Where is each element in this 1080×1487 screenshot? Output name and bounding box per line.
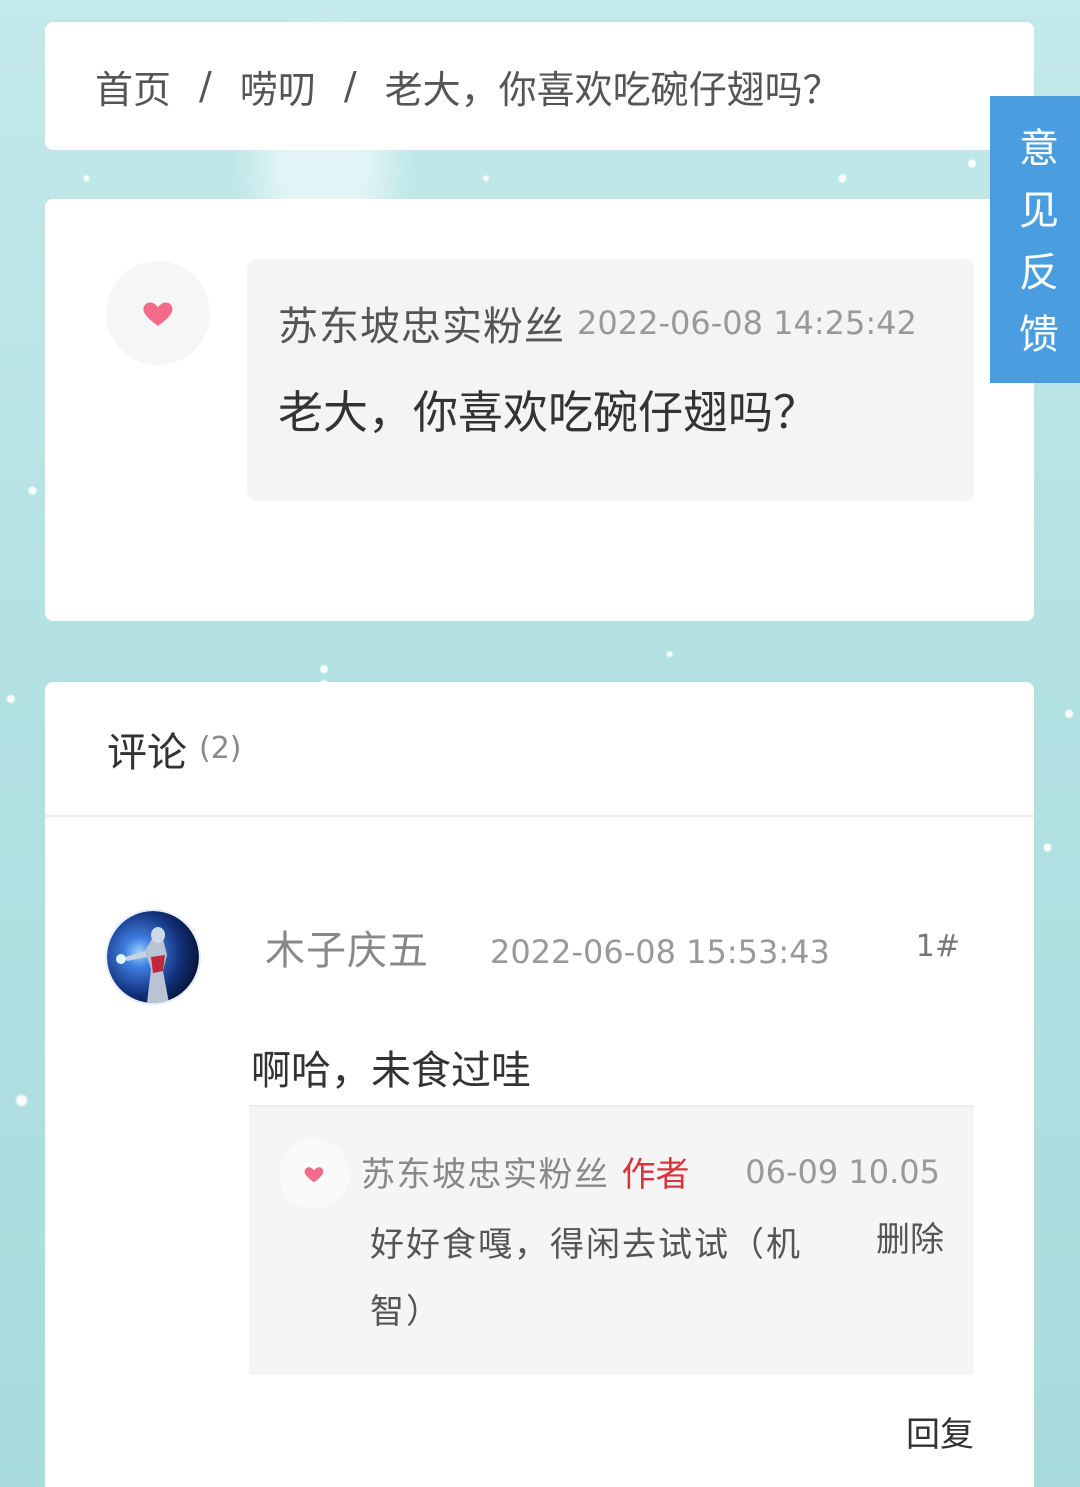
breadcrumb-separator: / [199,64,212,108]
delete-reply-button[interactable]: 删除 [876,1219,944,1261]
breadcrumb-section-link[interactable]: 唠叨 [240,59,316,114]
post-meta: 苏东坡忠实粉丝 2022-06-08 14:25:42 [278,299,917,350]
post-bubble: 苏东坡忠实粉丝 2022-06-08 14:25:42 老大，你喜欢吃碗仔翅吗？ [247,259,974,501]
comment-floor-number: 1# [915,929,960,964]
reply-author-avatar[interactable] [279,1139,349,1209]
comments-header: 评论 (2) [45,682,1034,817]
author-badge: 作者 [621,1154,690,1195]
reply-content: 好好食嘎，得闲去试试（机智） [370,1225,802,1332]
post-card: 苏东坡忠实粉丝 2022-06-08 14:25:42 老大，你喜欢吃碗仔翅吗？ [45,199,1034,621]
heart-icon [143,302,173,326]
comment-content: 啊哈，未食过哇 [251,1048,531,1094]
avatar-image [107,911,199,1003]
post-author-name[interactable]: 苏东坡忠实粉丝 [278,294,565,352]
comments-card: 评论 (2) 木子庆五 2022-06-08 15:53:43 1# 啊哈，未食… [45,682,1034,1487]
comment-author-name[interactable]: 木子庆五 [265,927,429,975]
feedback-label: 意见反馈 [1012,126,1058,375]
user-avatar[interactable] [107,911,199,1003]
breadcrumb-current: 老大，你喜欢吃碗仔翅吗？ [384,67,841,112]
post-timestamp: 2022-06-08 14:25:42 [577,304,917,342]
reply-button[interactable]: 回复 [906,1414,974,1456]
breadcrumb-home-link[interactable]: 首页 [95,59,171,114]
post-author-avatar[interactable] [106,261,210,365]
feedback-button[interactable]: 意见反馈 [990,96,1080,383]
breadcrumb-separator: / [343,64,357,108]
heart-icon [304,1167,324,1183]
reply-timestamp: 06-09 10.05 [745,1153,940,1191]
page: 首页 / 唠叨 / 老大，你喜欢吃碗仔翅吗？ 意见反馈 苏东坡忠实粉丝 2022… [0,0,1080,1487]
reply-author-name[interactable]: 苏东坡忠实粉丝 [361,1147,610,1196]
breadcrumb: 首页 / 唠叨 / 老大，你喜欢吃碗仔翅吗？ [45,22,1034,150]
comments-title: 评论 [107,729,187,776]
reply-meta: 苏东坡忠实粉丝 作者 [361,1150,690,1195]
comment-timestamp: 2022-06-08 15:53:43 [490,933,830,971]
post-content: 老大，你喜欢吃碗仔翅吗？ [278,386,819,439]
comments-count: (2) [199,731,242,766]
reply-list: 苏东坡忠实粉丝 作者 06-09 10.05 好好食嘎，得闲去试试（机智） 删除 [249,1105,974,1375]
